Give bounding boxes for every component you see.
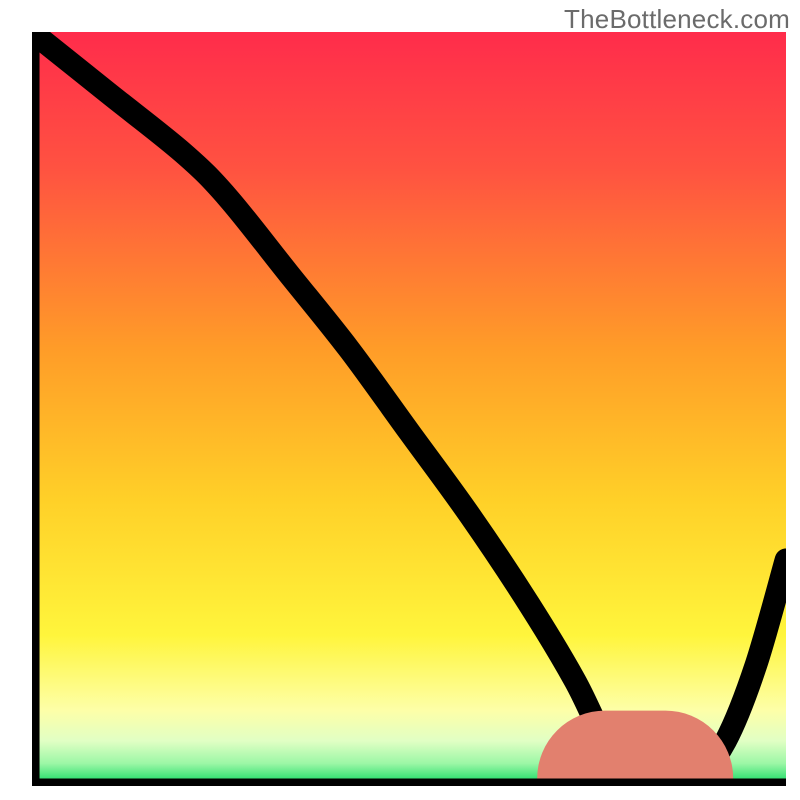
plot-area: [32, 32, 786, 786]
chart-container: TheBottleneck.com: [0, 0, 800, 800]
axes: [32, 32, 786, 786]
watermark-text: TheBottleneck.com: [564, 4, 790, 35]
